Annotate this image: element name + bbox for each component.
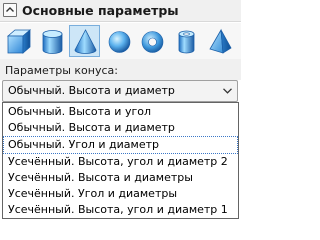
cube-icon <box>6 29 32 54</box>
shape-toolbar <box>0 23 241 59</box>
cone-parameters-label: Параметры конуса: <box>5 64 118 77</box>
chevron-down-icon <box>223 88 232 94</box>
torus-icon <box>141 31 164 53</box>
section-header: Основные параметры <box>0 0 241 22</box>
cylinder-tube-icon <box>178 30 195 54</box>
cone-parameters-combobox[interactable]: Обычный. Высота и диаметр <box>2 80 238 102</box>
combobox-value: Обычный. Высота и диаметр <box>8 84 175 97</box>
cone-icon <box>74 29 97 54</box>
tube-button[interactable] <box>170 25 201 57</box>
sphere-button[interactable] <box>103 25 134 57</box>
sphere-icon <box>108 31 131 53</box>
option-regular-angle-diameter[interactable]: Обычный. Угол и диаметр <box>3 136 238 154</box>
cylinder-icon <box>42 30 63 54</box>
pyramid-icon <box>209 28 232 54</box>
cylinder-button[interactable] <box>36 25 67 57</box>
section-title: Основные параметры <box>22 3 179 18</box>
pyramid-button[interactable] <box>204 25 235 57</box>
cone-parameters-dropdown: Обычный. Высота и угол Обычный. Высота и… <box>2 102 239 219</box>
option-truncated-height-angle-diameter-1[interactable]: Усечённый. Высота, угол и диаметр 1 <box>3 201 238 219</box>
torus-button[interactable] <box>136 25 167 57</box>
cube-button[interactable] <box>2 25 33 57</box>
option-regular-height-diameter[interactable]: Обычный. Высота и диаметр <box>3 119 238 137</box>
collapse-toggle-button[interactable] <box>3 3 17 17</box>
chevron-up-icon <box>6 7 14 12</box>
cone-button[interactable] <box>69 25 100 57</box>
cone-parameters-section: Параметры конуса: <box>0 59 241 80</box>
